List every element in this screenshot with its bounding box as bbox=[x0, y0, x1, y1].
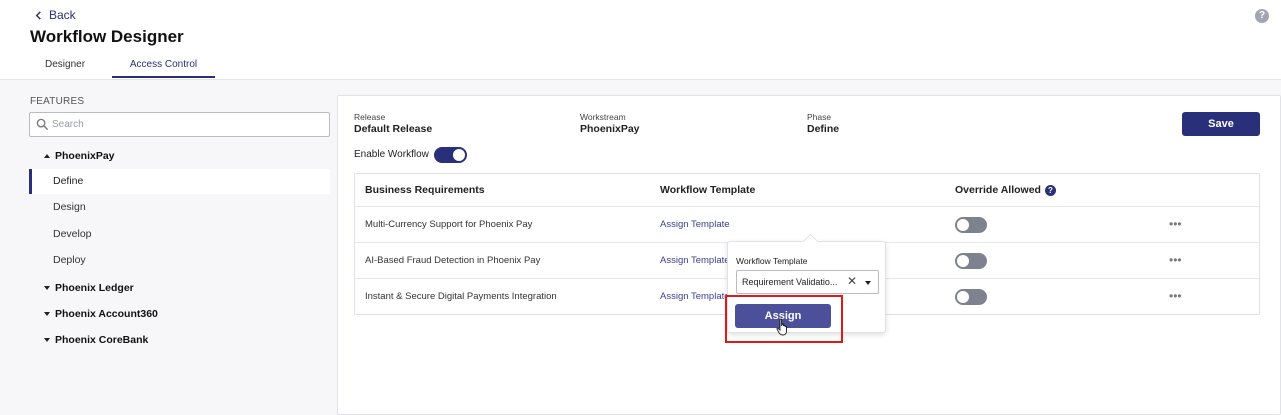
feature-group-label: Phoenix CoreBank bbox=[55, 334, 149, 346]
workflow-template-label: Workflow Template bbox=[736, 256, 808, 266]
caret-down-icon bbox=[44, 286, 50, 290]
search-icon bbox=[36, 118, 49, 131]
override-header-label: Override Allowed bbox=[955, 184, 1041, 196]
phase-label: Phase bbox=[807, 112, 832, 122]
sidebar-item-develop[interactable]: Develop bbox=[29, 222, 330, 247]
page-title: Workflow Designer bbox=[30, 27, 184, 46]
chevron-down-icon[interactable] bbox=[865, 281, 871, 285]
features-heading: FEATURES bbox=[30, 96, 85, 107]
feature-group-phoenix-ledger[interactable]: Phoenix Ledger bbox=[44, 282, 134, 294]
feature-group-phoenixpay[interactable]: PhoenixPay bbox=[44, 150, 115, 162]
row-divider bbox=[355, 206, 1259, 207]
sidebar-item-define[interactable]: Define bbox=[29, 169, 330, 194]
assign-template-link[interactable]: Assign Template bbox=[660, 219, 730, 230]
tab-access-control[interactable]: Access Control bbox=[112, 59, 215, 70]
help-icon[interactable]: ? bbox=[1255, 9, 1269, 23]
feature-search[interactable] bbox=[29, 112, 330, 137]
enable-workflow-label: Enable Workflow bbox=[354, 149, 429, 160]
search-input[interactable] bbox=[52, 116, 322, 133]
sidebar-item-deploy[interactable]: Deploy bbox=[29, 248, 330, 273]
hand-cursor-icon bbox=[776, 318, 787, 336]
feature-group-label: PhoenixPay bbox=[55, 150, 115, 162]
feature-group-phoenix-account360[interactable]: Phoenix Account360 bbox=[44, 308, 158, 320]
tab-designer[interactable]: Designer bbox=[45, 59, 85, 70]
requirement-name: Instant & Secure Digital Payments Integr… bbox=[365, 291, 557, 302]
more-options-icon[interactable]: ••• bbox=[1169, 254, 1182, 266]
active-tab-indicator bbox=[112, 76, 215, 78]
feature-group-phoenix-corebank[interactable]: Phoenix CoreBank bbox=[44, 334, 148, 346]
more-options-icon[interactable]: ••• bbox=[1169, 290, 1182, 302]
override-toggle[interactable] bbox=[955, 289, 987, 305]
caret-up-icon bbox=[44, 154, 50, 158]
save-button[interactable]: Save bbox=[1182, 112, 1260, 136]
assign-template-link[interactable]: Assign Template bbox=[660, 255, 730, 266]
release-label: Release bbox=[354, 112, 386, 122]
phase-value: Define bbox=[807, 123, 840, 135]
caret-down-icon bbox=[44, 338, 50, 342]
top-header: Back Workflow Designer ? Designer Access… bbox=[0, 0, 1281, 80]
release-value: Default Release bbox=[354, 123, 433, 135]
column-header-workflow-template: Workflow Template bbox=[660, 184, 756, 196]
clear-icon[interactable]: ✕ bbox=[847, 274, 857, 288]
info-icon[interactable]: ? bbox=[1044, 184, 1056, 196]
workstream-label: Workstream bbox=[580, 112, 626, 122]
selected-template-value: Requirement Validatio... bbox=[742, 277, 838, 287]
toggle-knob bbox=[957, 255, 969, 267]
workstream-value: PhoenixPay bbox=[580, 123, 640, 135]
enable-workflow-toggle[interactable] bbox=[434, 147, 467, 163]
workflow-template-select[interactable]: Requirement Validatio... ✕ bbox=[736, 270, 879, 294]
more-options-icon[interactable]: ••• bbox=[1169, 218, 1182, 230]
requirement-name: Multi-Currency Support for Phoenix Pay bbox=[365, 219, 533, 230]
assign-template-link[interactable]: Assign Template bbox=[660, 291, 730, 302]
override-toggle[interactable] bbox=[955, 217, 987, 233]
sidebar-item-design[interactable]: Design bbox=[29, 195, 330, 220]
feature-group-label: Phoenix Account360 bbox=[55, 308, 158, 320]
back-link[interactable]: Back bbox=[34, 8, 76, 22]
features-sidebar: FEATURES PhoenixPay Define Design Develo… bbox=[0, 81, 337, 415]
toggle-knob bbox=[957, 219, 969, 231]
chevron-left-icon bbox=[35, 10, 41, 20]
toggle-knob bbox=[957, 291, 969, 303]
feature-group-label: Phoenix Ledger bbox=[55, 282, 134, 294]
back-label[interactable]: Back bbox=[49, 8, 76, 22]
requirement-name: AI-Based Fraud Detection in Phoenix Pay bbox=[365, 255, 541, 266]
toggle-knob bbox=[453, 149, 465, 161]
override-toggle[interactable] bbox=[955, 253, 987, 269]
caret-down-icon bbox=[44, 312, 50, 316]
column-header-override-allowed: Override Allowed? bbox=[955, 184, 1056, 196]
column-header-business-requirements: Business Requirements bbox=[365, 184, 485, 196]
